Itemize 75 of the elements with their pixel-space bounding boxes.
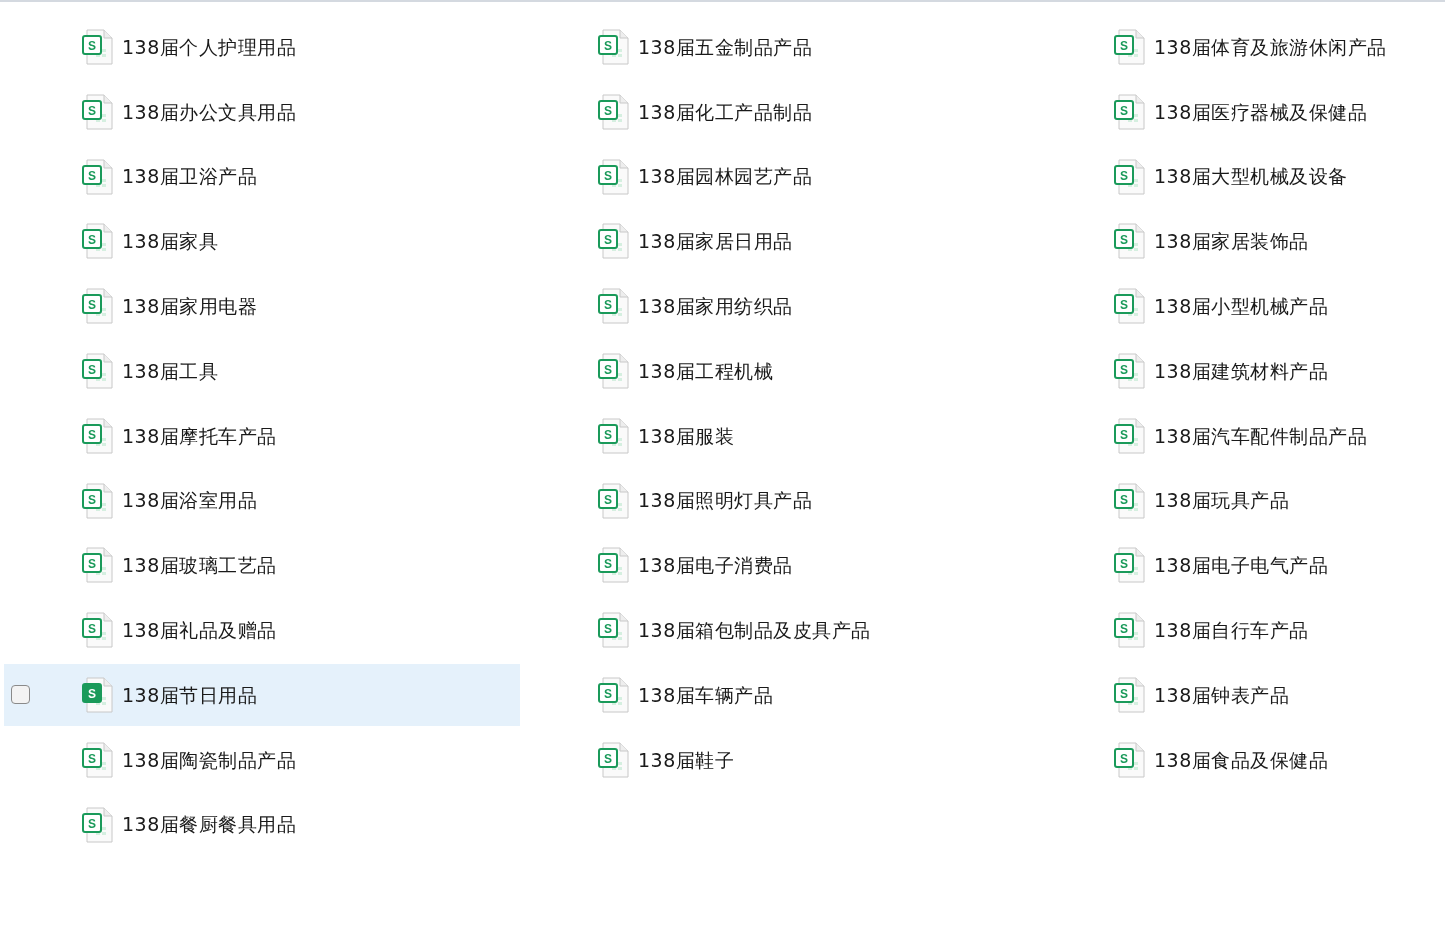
file-name: 138届化工产品制品 (638, 99, 813, 125)
file-item[interactable]: S 138届电子消费品 (520, 534, 1036, 597)
file-name: 138届工程机械 (638, 358, 774, 384)
file-name: 138届餐厨餐具用品 (122, 812, 297, 838)
file-name: 138届办公文具用品 (122, 99, 297, 125)
file-name: 138届家用电器 (122, 293, 258, 319)
checkbox[interactable] (11, 684, 30, 704)
file-item[interactable]: S 138届食品及保健品 (1036, 728, 1445, 791)
file-item[interactable]: S 138届小型机械产品 (1036, 275, 1445, 338)
file-name: 138届陶瓷制品产品 (122, 747, 297, 773)
file-item[interactable]: S 138届园林园艺产品 (520, 145, 1036, 208)
file-name: 138届玻璃工艺品 (122, 553, 277, 579)
file-item[interactable]: S 138届鞋子 (520, 728, 1036, 791)
file-item[interactable]: S 138届大型机械及设备 (1036, 145, 1445, 208)
file-name: 138届自行车产品 (1154, 617, 1309, 643)
file-name: 138届浴室用品 (122, 488, 258, 514)
file-item[interactable]: S 138届化工产品制品 (520, 80, 1036, 143)
file-name: 138届园林园艺产品 (638, 164, 813, 190)
file-item[interactable]: S 138届家居日用品 (520, 210, 1036, 273)
file-item[interactable]: S 138届电子电气产品 (1036, 534, 1445, 597)
file-item[interactable]: S 138届礼品及赠品 (4, 599, 520, 662)
file-name: 138届电子电气产品 (1154, 553, 1329, 579)
file-name: 138届小型机械产品 (1154, 293, 1329, 319)
file-name: 138届家用纺织品 (638, 293, 793, 319)
file-item[interactable]: S 138届医疗器械及保健品 (1036, 80, 1445, 143)
file-item[interactable]: S 138届五金制品产品 (520, 16, 1036, 78)
file-item[interactable]: S 138届个人护理用品 (4, 16, 520, 78)
file-name: 138届卫浴产品 (122, 164, 258, 190)
file-name: 138届玩具产品 (1154, 488, 1290, 514)
file-name: 138届照明灯具产品 (638, 488, 813, 514)
file-item[interactable]: S 138届餐厨餐具用品 (4, 793, 520, 856)
file-name: 138届礼品及赠品 (122, 617, 277, 643)
file-name: 138届家居日用品 (638, 229, 793, 255)
file-item[interactable]: S 138届卫浴产品 (4, 145, 520, 208)
file-item[interactable]: S 138届建筑材料产品 (1036, 340, 1445, 402)
file-item[interactable]: S 138届工程机械 (520, 340, 1036, 402)
file-name: 138届体育及旅游休闲产品 (1154, 34, 1387, 60)
file-name: 138届家具 (122, 229, 219, 255)
file-name: 138届服装 (638, 423, 735, 449)
file-name: 138届电子消费品 (638, 553, 793, 579)
file-item[interactable]: S 138届箱包制品及皮具产品 (520, 599, 1036, 662)
file-item[interactable]: S 138届节日用品 (4, 663, 520, 726)
file-item[interactable]: S 138届照明灯具产品 (520, 469, 1036, 532)
file-item[interactable]: S 138届自行车产品 (1036, 599, 1445, 662)
file-name: 138届摩托车产品 (122, 423, 277, 449)
file-name: 138届汽车配件制品产品 (1154, 423, 1368, 449)
file-name: 138届医疗器械及保健品 (1154, 99, 1368, 125)
file-item[interactable]: S 138届陶瓷制品产品 (4, 728, 520, 791)
file-item[interactable]: S 138届体育及旅游休闲产品 (1036, 16, 1445, 78)
file-item[interactable]: S 138届服装 (520, 404, 1036, 467)
file-name: 138届五金制品产品 (638, 34, 813, 60)
file-item[interactable]: S 138届家用电器 (4, 275, 520, 338)
file-name: 138届个人护理用品 (122, 34, 297, 60)
file-name: 138届家居装饰品 (1154, 229, 1309, 255)
file-item[interactable]: S 138届家具 (4, 210, 520, 273)
file-name: 138届车辆产品 (638, 682, 774, 708)
file-item[interactable]: S 138届家用纺织品 (520, 275, 1036, 338)
file-item[interactable]: S 138届家居装饰品 (1036, 210, 1445, 273)
file-item[interactable]: S 138届玻璃工艺品 (4, 534, 520, 597)
file-item[interactable]: S 138届车辆产品 (520, 663, 1036, 726)
file-name: 138届箱包制品及皮具产品 (638, 617, 871, 643)
file-name: 138届建筑材料产品 (1154, 358, 1329, 384)
file-name: 138届节日用品 (122, 682, 258, 708)
file-item[interactable]: S 138届摩托车产品 (4, 404, 520, 467)
file-name: 138届大型机械及设备 (1154, 164, 1348, 190)
file-item[interactable]: S 138届玩具产品 (1036, 469, 1445, 532)
file-name: 138届工具 (122, 358, 219, 384)
file-name: 138届食品及保健品 (1154, 747, 1329, 773)
file-name: 138届钟表产品 (1154, 682, 1290, 708)
file-item[interactable]: S 138届工具 (4, 340, 520, 402)
file-name: 138届鞋子 (638, 747, 735, 773)
file-item[interactable]: S 138届钟表产品 (1036, 663, 1445, 726)
file-item[interactable]: S 138届浴室用品 (4, 469, 520, 532)
file-item[interactable]: S 138届办公文具用品 (4, 80, 520, 143)
file-item[interactable]: S 138届汽车配件制品产品 (1036, 404, 1445, 467)
